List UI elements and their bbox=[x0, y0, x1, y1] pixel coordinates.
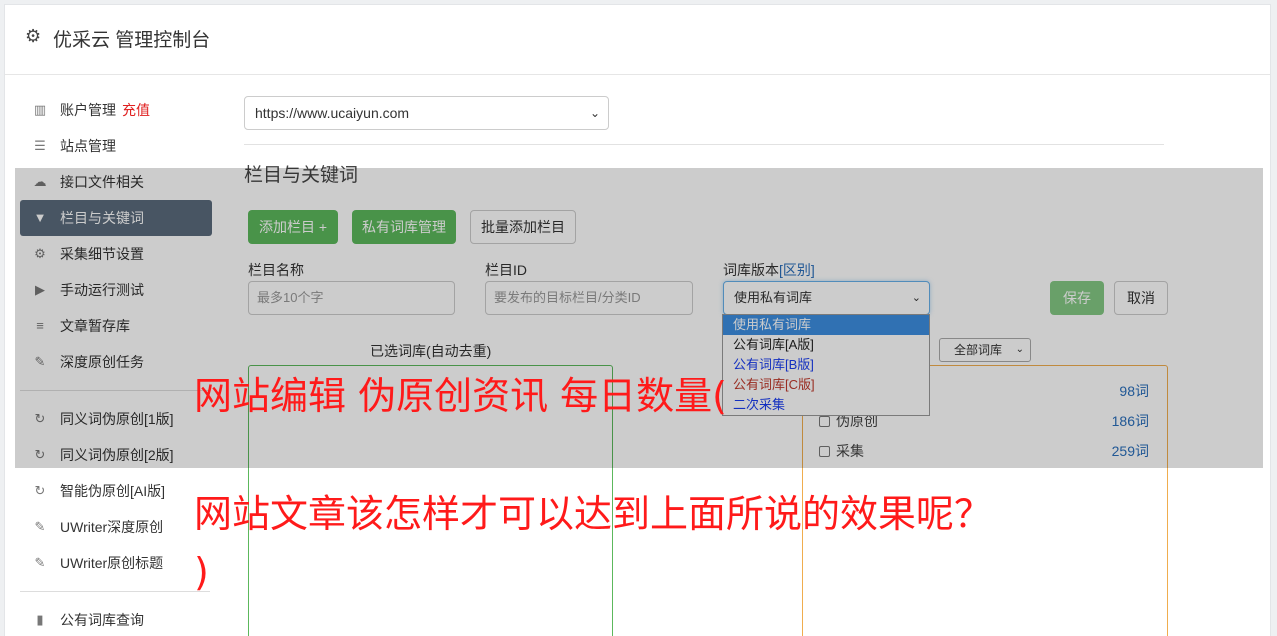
sidebar-item-collect-settings[interactable]: ⚙ 采集细节设置 bbox=[20, 236, 212, 272]
sidebar-divider bbox=[20, 390, 210, 391]
refresh-icon: ↻ bbox=[34, 411, 46, 426]
sidebar-item-label: 同义词伪原创[1版] bbox=[60, 411, 174, 427]
option-private[interactable]: 使用私有词库 bbox=[723, 315, 929, 335]
option-recollect[interactable]: 二次采集 bbox=[723, 395, 929, 415]
recharge-link[interactable]: 充值 bbox=[122, 102, 150, 118]
sidebar-item-label: 站点管理 bbox=[60, 138, 116, 154]
lib-version-select[interactable]: 使用私有词库 ⌄ bbox=[723, 281, 930, 315]
list-item[interactable]: 采集 259词 bbox=[819, 441, 1149, 461]
sidebar-item-label: 深度原创任务 bbox=[60, 354, 144, 370]
sidebar: ▥ 账户管理 充值 ☰ 站点管理 ☁ 接口文件相关 ▼ 栏目与关键词 ⚙ 采集细节… bbox=[20, 92, 212, 636]
site-select[interactable]: https://www.ucaiyun.com ⌄ bbox=[244, 96, 609, 130]
sidebar-item-manual-run[interactable]: ▶ 手动运行测试 bbox=[20, 272, 212, 308]
selected-lib-label: 已选词库(自动去重) bbox=[370, 343, 492, 359]
lib-count: 186词 bbox=[1111, 413, 1149, 429]
lib-filter-value: 全部词库 bbox=[954, 343, 1003, 357]
sidebar-item-synonym-v1[interactable]: ↻ 同义词伪原创[1版] bbox=[20, 401, 212, 437]
lib-count: 98词 bbox=[1119, 383, 1149, 399]
batch-add-button[interactable]: 批量添加栏目 bbox=[470, 210, 576, 244]
sidebar-item-article-store[interactable]: ≡ 文章暂存库 bbox=[20, 308, 212, 344]
add-column-button[interactable]: 添加栏目 + bbox=[248, 210, 338, 244]
sidebar-item-label: UWriter深度原创 bbox=[60, 519, 164, 535]
chevron-down-icon: ⌄ bbox=[1015, 344, 1024, 355]
column-name-input[interactable]: 最多10个字 bbox=[248, 281, 455, 315]
checkbox[interactable] bbox=[819, 446, 830, 457]
book-icon: ▮ bbox=[36, 612, 44, 627]
sidebar-item-label: 公有词库查询 bbox=[60, 612, 144, 628]
sidebar-item-public-lib[interactable]: ▮ 公有词库查询 bbox=[20, 602, 212, 636]
refresh-icon: ↻ bbox=[34, 447, 46, 462]
lib-version-label: 词库版本[区别] bbox=[723, 260, 815, 280]
sidebar-item-sites[interactable]: ☰ 站点管理 bbox=[20, 128, 212, 164]
sidebar-item-label: 账户管理 bbox=[60, 102, 116, 118]
header: ⚙ 优采云 管理控制台 bbox=[5, 5, 1270, 75]
sidebar-item-label: 接口文件相关 bbox=[60, 174, 144, 190]
lib-filter-select[interactable]: 全部词库 ⌄ bbox=[939, 338, 1031, 362]
page-title: 优采云 管理控制台 bbox=[53, 30, 211, 51]
sidebar-item-label: 手动运行测试 bbox=[60, 282, 144, 298]
column-name-label: 栏目名称 bbox=[248, 262, 304, 278]
lib-version-value: 使用私有词库 bbox=[734, 290, 813, 305]
sidebar-divider bbox=[20, 591, 210, 592]
option-public-b[interactable]: 公有词库[B版] bbox=[723, 355, 929, 375]
sidebar-item-label: 智能伪原创[AI版] bbox=[60, 483, 166, 499]
save-button[interactable]: 保存 bbox=[1050, 281, 1104, 315]
database-icon: ≡ bbox=[36, 318, 44, 333]
option-public-a[interactable]: 公有词库[A版] bbox=[723, 335, 929, 355]
server-icon: ☰ bbox=[34, 138, 46, 153]
sidebar-item-synonym-v2[interactable]: ↻ 同义词伪原创[2版] bbox=[20, 437, 212, 473]
edit-icon: ✎ bbox=[34, 519, 46, 534]
column-id-input[interactable]: 要发布的目标栏目/分类ID bbox=[485, 281, 693, 315]
checkbox[interactable] bbox=[819, 416, 830, 427]
edit-icon: ✎ bbox=[34, 354, 46, 369]
play-circle-icon: ▶ bbox=[35, 282, 45, 297]
caption-line-2: 网站文章该怎样才可以达到上面所说的效果呢？ bbox=[194, 492, 993, 536]
filter-icon: ▼ bbox=[33, 210, 47, 225]
gear-icon: ⚙ bbox=[25, 26, 42, 46]
refresh-icon: ↻ bbox=[34, 483, 46, 498]
private-lib-button[interactable]: 私有词库管理 bbox=[352, 210, 456, 244]
sidebar-item-uwriter-title[interactable]: ✎ UWriter原创标题 bbox=[20, 545, 212, 581]
diff-link[interactable]: [区别] bbox=[779, 262, 815, 278]
sidebar-item-uwriter-deep[interactable]: ✎ UWriter深度原创 bbox=[20, 509, 212, 545]
sidebar-item-interface[interactable]: ☁ 接口文件相关 bbox=[20, 164, 212, 200]
sidebar-item-label: 栏目与关键词 bbox=[60, 210, 144, 226]
sidebar-item-label: 采集细节设置 bbox=[60, 246, 144, 262]
cloud-upload-icon: ☁ bbox=[33, 174, 47, 189]
bar-chart-icon: ▥ bbox=[33, 102, 47, 117]
sidebar-item-deep-original[interactable]: ✎ 深度原创任务 bbox=[20, 344, 212, 380]
sidebar-item-columns[interactable]: ▼ 栏目与关键词 bbox=[20, 200, 212, 236]
sidebar-item-label: 同义词伪原创[2版] bbox=[60, 447, 174, 463]
cogs-icon: ⚙ bbox=[34, 246, 46, 261]
sidebar-item-label: 文章暂存库 bbox=[60, 318, 130, 334]
chevron-down-icon: ⌄ bbox=[589, 106, 600, 120]
sidebar-item-ai-rewrite[interactable]: ↻ 智能伪原创[AI版] bbox=[20, 473, 212, 509]
lib-name: 采集 bbox=[836, 443, 864, 459]
lib-version-dropdown: 使用私有词库 公有词库[A版] 公有词库[B版] 公有词库[C版] 二次采集 bbox=[722, 314, 930, 416]
option-public-c[interactable]: 公有词库[C版] bbox=[723, 375, 929, 395]
chevron-down-icon: ⌄ bbox=[911, 292, 921, 304]
site-select-value: https://www.ucaiyun.com bbox=[255, 105, 410, 121]
caption-line-1: 网站编辑 伪原创资讯 每日数量( bbox=[194, 374, 727, 418]
lib-count: 259词 bbox=[1111, 443, 1149, 459]
sidebar-item-label: UWriter原创标题 bbox=[60, 555, 164, 571]
sidebar-item-account[interactable]: ▥ 账户管理 充值 bbox=[20, 92, 212, 128]
divider bbox=[244, 144, 1164, 145]
lib-version-text: 词库版本 bbox=[723, 262, 779, 278]
column-id-label: 栏目ID bbox=[485, 262, 527, 278]
cancel-button[interactable]: 取消 bbox=[1114, 281, 1168, 315]
edit-icon: ✎ bbox=[34, 555, 46, 570]
caption-line-3: ) bbox=[194, 550, 209, 594]
section-title: 栏目与关键词 bbox=[244, 165, 359, 186]
